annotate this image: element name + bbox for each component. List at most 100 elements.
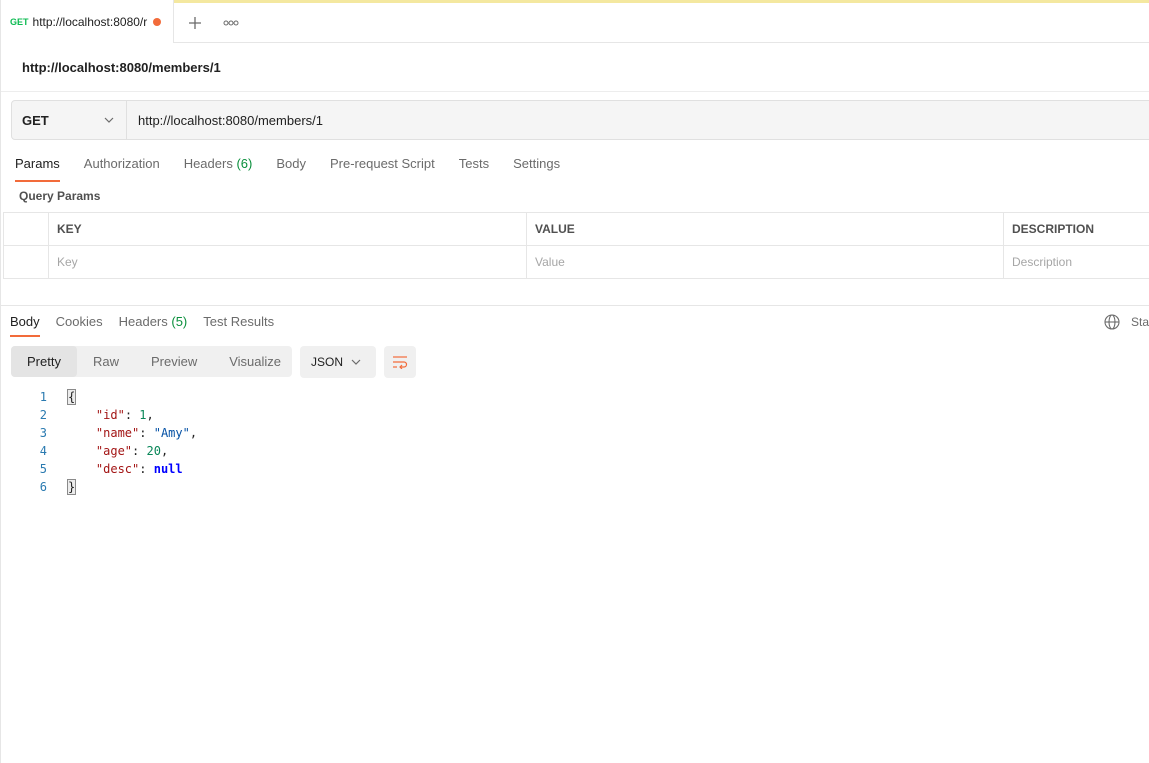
json-sep: , bbox=[146, 408, 154, 422]
response-tab-body[interactable]: Body bbox=[10, 310, 40, 337]
tab-label: Body bbox=[10, 314, 40, 329]
line-content: "age": 20, bbox=[95, 444, 169, 458]
value-input[interactable]: Value bbox=[526, 245, 1004, 279]
tab-label: Body bbox=[276, 156, 306, 171]
request-tab[interactable]: GET http://localhost:8080/r bbox=[1, 0, 174, 43]
view-visualize-button[interactable]: Visualize bbox=[213, 346, 297, 377]
tab-headers[interactable]: Headers (6) bbox=[184, 152, 253, 182]
tab-title: http://localhost:8080/r bbox=[32, 14, 148, 29]
tab-method: GET bbox=[10, 16, 29, 27]
chevron-down-icon bbox=[104, 117, 114, 123]
line-content: { bbox=[67, 389, 77, 405]
url-input[interactable]: http://localhost:8080/members/1 bbox=[127, 101, 1149, 139]
json-value: null bbox=[153, 462, 183, 476]
tab-tests[interactable]: Tests bbox=[459, 152, 489, 182]
headers-count: (6) bbox=[236, 156, 253, 171]
line-number: 2 bbox=[39, 408, 47, 422]
code-line: 3 "name": "Amy", bbox=[1, 424, 197, 442]
column-header-description: DESCRIPTION bbox=[1003, 212, 1149, 246]
tab-label: Params bbox=[15, 156, 60, 171]
tab-label: Settings bbox=[513, 156, 561, 171]
more-tabs-button[interactable] bbox=[220, 12, 242, 34]
line-number: 6 bbox=[39, 480, 47, 494]
table-header-row: KEY VALUE DESCRIPTION bbox=[3, 212, 1149, 246]
tab-body[interactable]: Body bbox=[276, 152, 306, 182]
format-select[interactable]: JSON bbox=[300, 346, 376, 378]
line-content: "desc": null bbox=[95, 462, 183, 476]
unsaved-dot-icon bbox=[153, 17, 162, 26]
response-tab-test-results[interactable]: Test Results bbox=[203, 310, 274, 337]
line-number: 5 bbox=[39, 462, 47, 476]
tab-pre-request-script[interactable]: Pre-request Script bbox=[330, 152, 435, 182]
view-raw-button[interactable]: Raw bbox=[77, 346, 135, 377]
table-row: Key Value Description bbox=[3, 245, 1149, 279]
column-header-value: VALUE bbox=[526, 212, 1004, 246]
code-line: 5 "desc": null bbox=[1, 460, 197, 478]
new-tab-button[interactable] bbox=[184, 12, 206, 34]
wrap-lines-button[interactable] bbox=[384, 346, 416, 378]
wrap-lines-icon bbox=[393, 356, 408, 369]
line-content: "name": "Amy", bbox=[95, 426, 198, 440]
tab-label: Pre-request Script bbox=[329, 156, 435, 171]
line-content: "id": 1, bbox=[95, 408, 154, 422]
json-key: "name" bbox=[95, 426, 140, 440]
response-headers-count: (5) bbox=[171, 314, 188, 329]
json-sep: , bbox=[160, 444, 169, 458]
tab-label: Headers bbox=[118, 314, 168, 329]
tab-params[interactable]: Params bbox=[15, 152, 60, 182]
key-input[interactable]: Key bbox=[48, 245, 527, 279]
tab-label: Test Results bbox=[203, 314, 275, 329]
response-tabs: Body Cookies Headers (5) Test Results bbox=[10, 310, 290, 337]
tab-authorization[interactable]: Authorization bbox=[84, 152, 160, 182]
checkbox-column-header bbox=[3, 212, 49, 246]
tab-label: Authorization bbox=[83, 156, 160, 171]
query-params-label: Query Params bbox=[19, 189, 101, 203]
row-checkbox-cell bbox=[3, 245, 49, 279]
response-tab-cookies[interactable]: Cookies bbox=[56, 310, 103, 337]
request-title[interactable]: http://localhost:8080/members/1 bbox=[22, 60, 221, 75]
divider bbox=[1, 91, 1149, 92]
format-value: JSON bbox=[311, 355, 344, 369]
response-divider[interactable] bbox=[1, 305, 1149, 306]
json-key: "id" bbox=[95, 408, 125, 422]
url-bar: GET http://localhost:8080/members/1 bbox=[11, 100, 1149, 140]
json-value: "Amy" bbox=[153, 426, 190, 440]
code-line: 6 } bbox=[1, 478, 197, 496]
method-value: GET bbox=[22, 112, 49, 128]
plus-icon bbox=[189, 17, 201, 29]
response-body-viewer[interactable]: 1 { 2 "id": 1, 3 "name": "Amy", 4 "age":… bbox=[1, 388, 197, 496]
request-tabs: Params Authorization Headers (6) Body Pr… bbox=[15, 152, 584, 182]
json-value: 20 bbox=[146, 444, 161, 458]
tab-settings[interactable]: Settings bbox=[513, 152, 560, 182]
view-mode-group: Pretty Raw Preview Visualize bbox=[11, 346, 292, 377]
line-number: 3 bbox=[39, 426, 47, 440]
status-label: Sta bbox=[1131, 315, 1149, 329]
json-key: "desc" bbox=[95, 462, 140, 476]
description-input[interactable]: Description bbox=[1003, 245, 1149, 279]
open-brace: { bbox=[67, 389, 77, 405]
params-table: KEY VALUE DESCRIPTION Key Value Descript… bbox=[3, 212, 1149, 279]
view-pretty-button[interactable]: Pretty bbox=[11, 346, 77, 377]
view-preview-button[interactable]: Preview bbox=[135, 346, 213, 377]
more-icon bbox=[223, 20, 239, 26]
tab-label: Cookies bbox=[55, 314, 103, 329]
json-key: "age" bbox=[95, 444, 133, 458]
code-line: 2 "id": 1, bbox=[1, 406, 197, 424]
json-value: 1 bbox=[139, 408, 147, 422]
method-select[interactable]: GET bbox=[12, 101, 127, 139]
code-line: 4 "age": 20, bbox=[1, 442, 197, 460]
app-window: GET http://localhost:8080/r http://local… bbox=[0, 0, 1149, 763]
tab-label: Tests bbox=[458, 156, 490, 171]
code-line: 1 { bbox=[1, 388, 197, 406]
line-number: 4 bbox=[39, 444, 47, 458]
globe-icon[interactable] bbox=[1103, 313, 1121, 331]
chevron-down-icon bbox=[351, 359, 361, 365]
line-number: 1 bbox=[39, 390, 47, 404]
tab-label: Headers bbox=[183, 156, 233, 171]
column-header-key: KEY bbox=[48, 212, 527, 246]
close-brace: } bbox=[67, 479, 77, 495]
line-content: } bbox=[67, 479, 77, 495]
json-sep: , bbox=[189, 426, 198, 440]
response-tab-headers[interactable]: Headers (5) bbox=[119, 310, 188, 337]
request-tab-bar: GET http://localhost:8080/r bbox=[1, 0, 1149, 43]
